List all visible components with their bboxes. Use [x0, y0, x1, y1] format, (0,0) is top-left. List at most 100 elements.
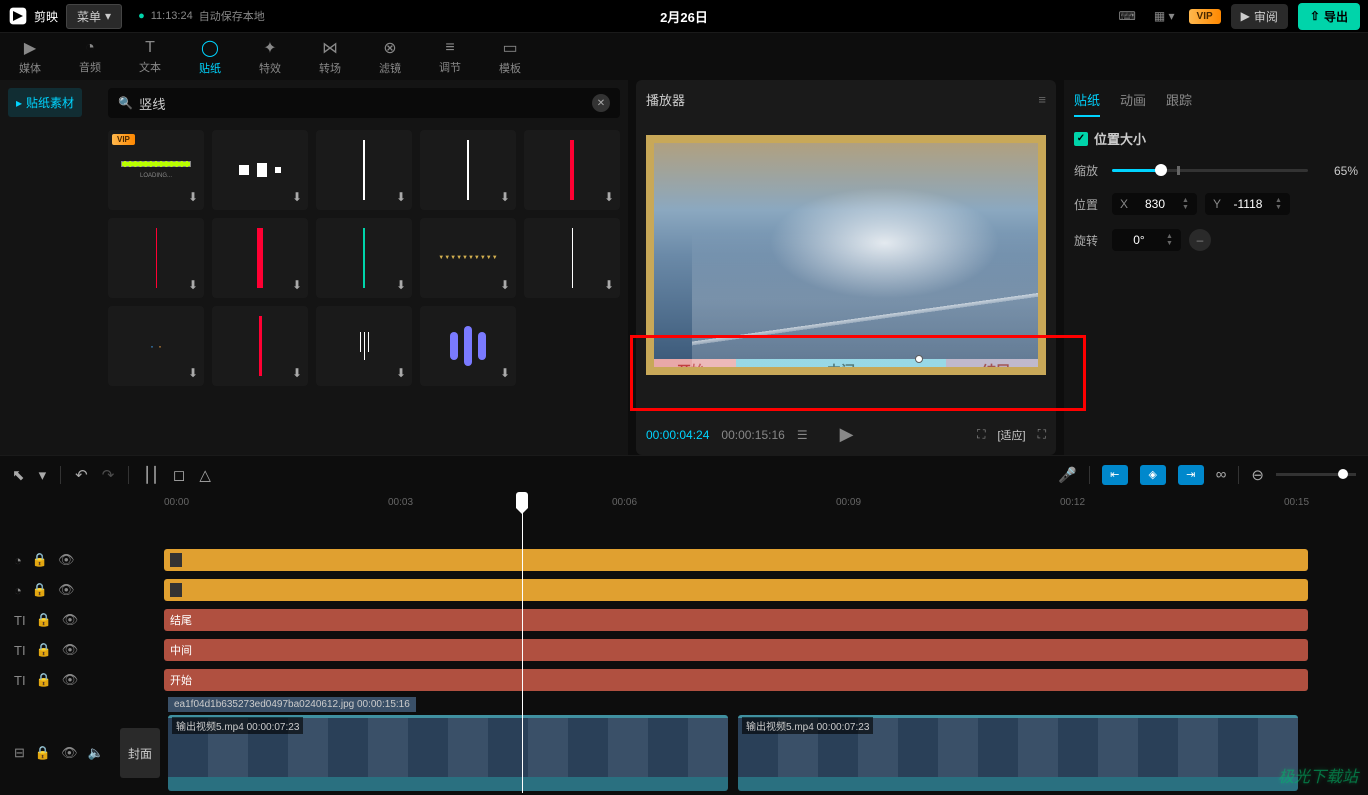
lock-icon[interactable]: 🔒	[36, 612, 52, 628]
eye-icon[interactable]: 👁	[62, 642, 79, 658]
lock-icon[interactable]: 🔒	[32, 582, 48, 598]
lock-icon[interactable]: 🔒	[36, 672, 52, 688]
download-icon[interactable]: ⬇	[500, 190, 510, 204]
redo-button[interactable]: ↷	[102, 466, 115, 484]
lock-icon[interactable]: 🔒	[35, 745, 51, 761]
rotation-input[interactable]: 0° ▲▼	[1112, 229, 1181, 251]
nav-tab-media[interactable]: ▶媒体	[0, 33, 60, 80]
lock-icon[interactable]: 🔒	[36, 642, 52, 658]
prop-tab-sticker[interactable]: 贴纸	[1074, 90, 1100, 117]
download-icon[interactable]: ⬇	[604, 278, 614, 292]
sticker-item[interactable]: ⬇	[212, 306, 308, 386]
layout-icon[interactable]: ▦ ▾	[1150, 5, 1179, 27]
play-button[interactable]: ▶	[840, 424, 854, 445]
nav-tab-filter[interactable]: ⊗滤镜	[360, 33, 420, 80]
playhead[interactable]	[522, 493, 523, 793]
text-clip[interactable]: 结尾	[164, 609, 1308, 631]
nav-tab-adjust[interactable]: ≡调节	[420, 33, 480, 80]
stepper-icon[interactable]: ▲▼	[1275, 197, 1282, 211]
video-clip[interactable]: 输出视频5.mp4 00:00:07:23	[168, 715, 728, 791]
sticker-clip[interactable]	[164, 579, 1308, 601]
prop-tab-track[interactable]: 跟踪	[1166, 90, 1192, 117]
download-icon[interactable]: ⬇	[188, 366, 198, 380]
sticker-item[interactable]: ⬇	[420, 306, 516, 386]
download-icon[interactable]: ⬇	[188, 278, 198, 292]
list-view-icon[interactable]: ☰	[797, 428, 808, 442]
sticker-item[interactable]: VIPLOADING...⬇	[108, 130, 204, 210]
nav-tab-template[interactable]: ▭模板	[480, 33, 540, 80]
nav-tab-sticker[interactable]: ◯贴纸	[180, 33, 240, 80]
y-value[interactable]: -1118	[1229, 197, 1267, 211]
eye-icon[interactable]: 👁	[58, 582, 75, 598]
mute-icon[interactable]: 🔈	[88, 745, 104, 761]
prop-tab-animation[interactable]: 动画	[1120, 90, 1146, 117]
rotation-value[interactable]: 0°	[1120, 233, 1158, 247]
lock-icon[interactable]: 🔒	[32, 552, 48, 568]
download-icon[interactable]: ⬇	[188, 190, 198, 204]
clock-icon[interactable]: ◔	[14, 583, 22, 598]
stepper-icon[interactable]: ▲▼	[1166, 233, 1173, 247]
clock-icon[interactable]: ◔	[14, 553, 22, 568]
keyboard-icon[interactable]: ⌨	[1115, 5, 1140, 27]
sticker-item[interactable]: ⬇	[524, 130, 620, 210]
stepper-icon[interactable]: ▲▼	[1182, 197, 1189, 211]
zoom-out-icon[interactable]: ⊖	[1251, 466, 1264, 484]
text-clip[interactable]: 开始	[164, 669, 1308, 691]
search-input[interactable]	[139, 96, 592, 111]
player-menu-icon[interactable]: ≡	[1038, 92, 1046, 107]
section-checkbox[interactable]: ✓	[1074, 132, 1088, 146]
mic-icon[interactable]: 🎤	[1058, 466, 1077, 484]
playhead-handle-icon[interactable]	[516, 492, 528, 508]
download-icon[interactable]: ⬇	[396, 278, 406, 292]
sidebar-tab-sticker-material[interactable]: ▸贴纸素材	[8, 88, 82, 117]
clear-search-button[interactable]: ✕	[592, 94, 610, 112]
download-icon[interactable]: ⬇	[604, 190, 614, 204]
review-button[interactable]: ▶审阅	[1231, 4, 1288, 29]
zoom-slider[interactable]	[1276, 473, 1356, 476]
sticker-item[interactable]: ⬇	[524, 218, 620, 298]
download-icon[interactable]: ⬇	[396, 366, 406, 380]
player-viewport[interactable]: 开始 中间 结尾	[646, 119, 1046, 390]
menu-button[interactable]: 菜单▾	[66, 4, 122, 29]
section-position-size[interactable]: ✓ 位置大小	[1074, 129, 1358, 148]
reset-rotation-button[interactable]: –	[1189, 229, 1211, 251]
fullscreen-icon[interactable]: ⛶	[1038, 427, 1046, 442]
nav-tab-effect[interactable]: ✦特效	[240, 33, 300, 80]
download-icon[interactable]: ⬇	[292, 190, 302, 204]
video-clip[interactable]: 输出视频5.mp4 00:00:07:23	[738, 715, 1298, 791]
sticker-clip[interactable]	[164, 549, 1308, 571]
vip-badge[interactable]: VIP	[1189, 9, 1221, 24]
text-clip[interactable]: 中间	[164, 639, 1308, 661]
eye-icon[interactable]: 👁	[58, 552, 75, 568]
export-button[interactable]: ⇧导出	[1298, 3, 1360, 30]
timeline-ruler[interactable]: 00:00 00:03 00:06 00:09 00:12 00:15	[0, 493, 1368, 517]
position-y-input[interactable]: Y-1118▲▼	[1205, 193, 1290, 215]
fit-button[interactable]: [适应]	[997, 427, 1025, 443]
nav-tab-transition[interactable]: ⋈转场	[300, 33, 360, 80]
download-icon[interactable]: ⬇	[500, 366, 510, 380]
sticker-item[interactable]: ··⬇	[108, 306, 204, 386]
position-x-input[interactable]: X830▲▼	[1112, 193, 1197, 215]
cover-button[interactable]: 封面	[120, 728, 160, 778]
sticker-item[interactable]: ▼▼▼▼▼▼▼▼▼▼⬇	[420, 218, 516, 298]
eye-icon[interactable]: 👁	[62, 672, 79, 688]
eye-icon[interactable]: 👁	[62, 612, 79, 628]
sticker-item[interactable]: ⬇	[212, 130, 308, 210]
nav-tab-audio[interactable]: ◔音频	[60, 33, 120, 80]
mirror-tool-icon[interactable]: △	[199, 466, 211, 484]
track-snap-icon[interactable]: ⇥	[1178, 465, 1204, 485]
sticker-item[interactable]: ⬇	[108, 218, 204, 298]
scale-value[interactable]: 65%	[1316, 164, 1358, 178]
pointer-tool-icon[interactable]: ⬉	[12, 466, 25, 484]
download-icon[interactable]: ⬇	[292, 366, 302, 380]
download-icon[interactable]: ⬇	[292, 278, 302, 292]
undo-button[interactable]: ↶	[75, 466, 88, 484]
sticker-item[interactable]: ⬇	[420, 130, 516, 210]
dropdown-icon[interactable]: ▾	[39, 466, 47, 484]
project-title[interactable]: 2月26日	[660, 7, 708, 26]
nav-tab-text[interactable]: T文本	[120, 33, 180, 80]
download-icon[interactable]: ⬇	[396, 190, 406, 204]
scale-slider[interactable]	[1112, 169, 1308, 172]
eye-icon[interactable]: 👁	[61, 745, 78, 761]
split-tool-icon[interactable]: ⎮⎮	[143, 466, 159, 484]
